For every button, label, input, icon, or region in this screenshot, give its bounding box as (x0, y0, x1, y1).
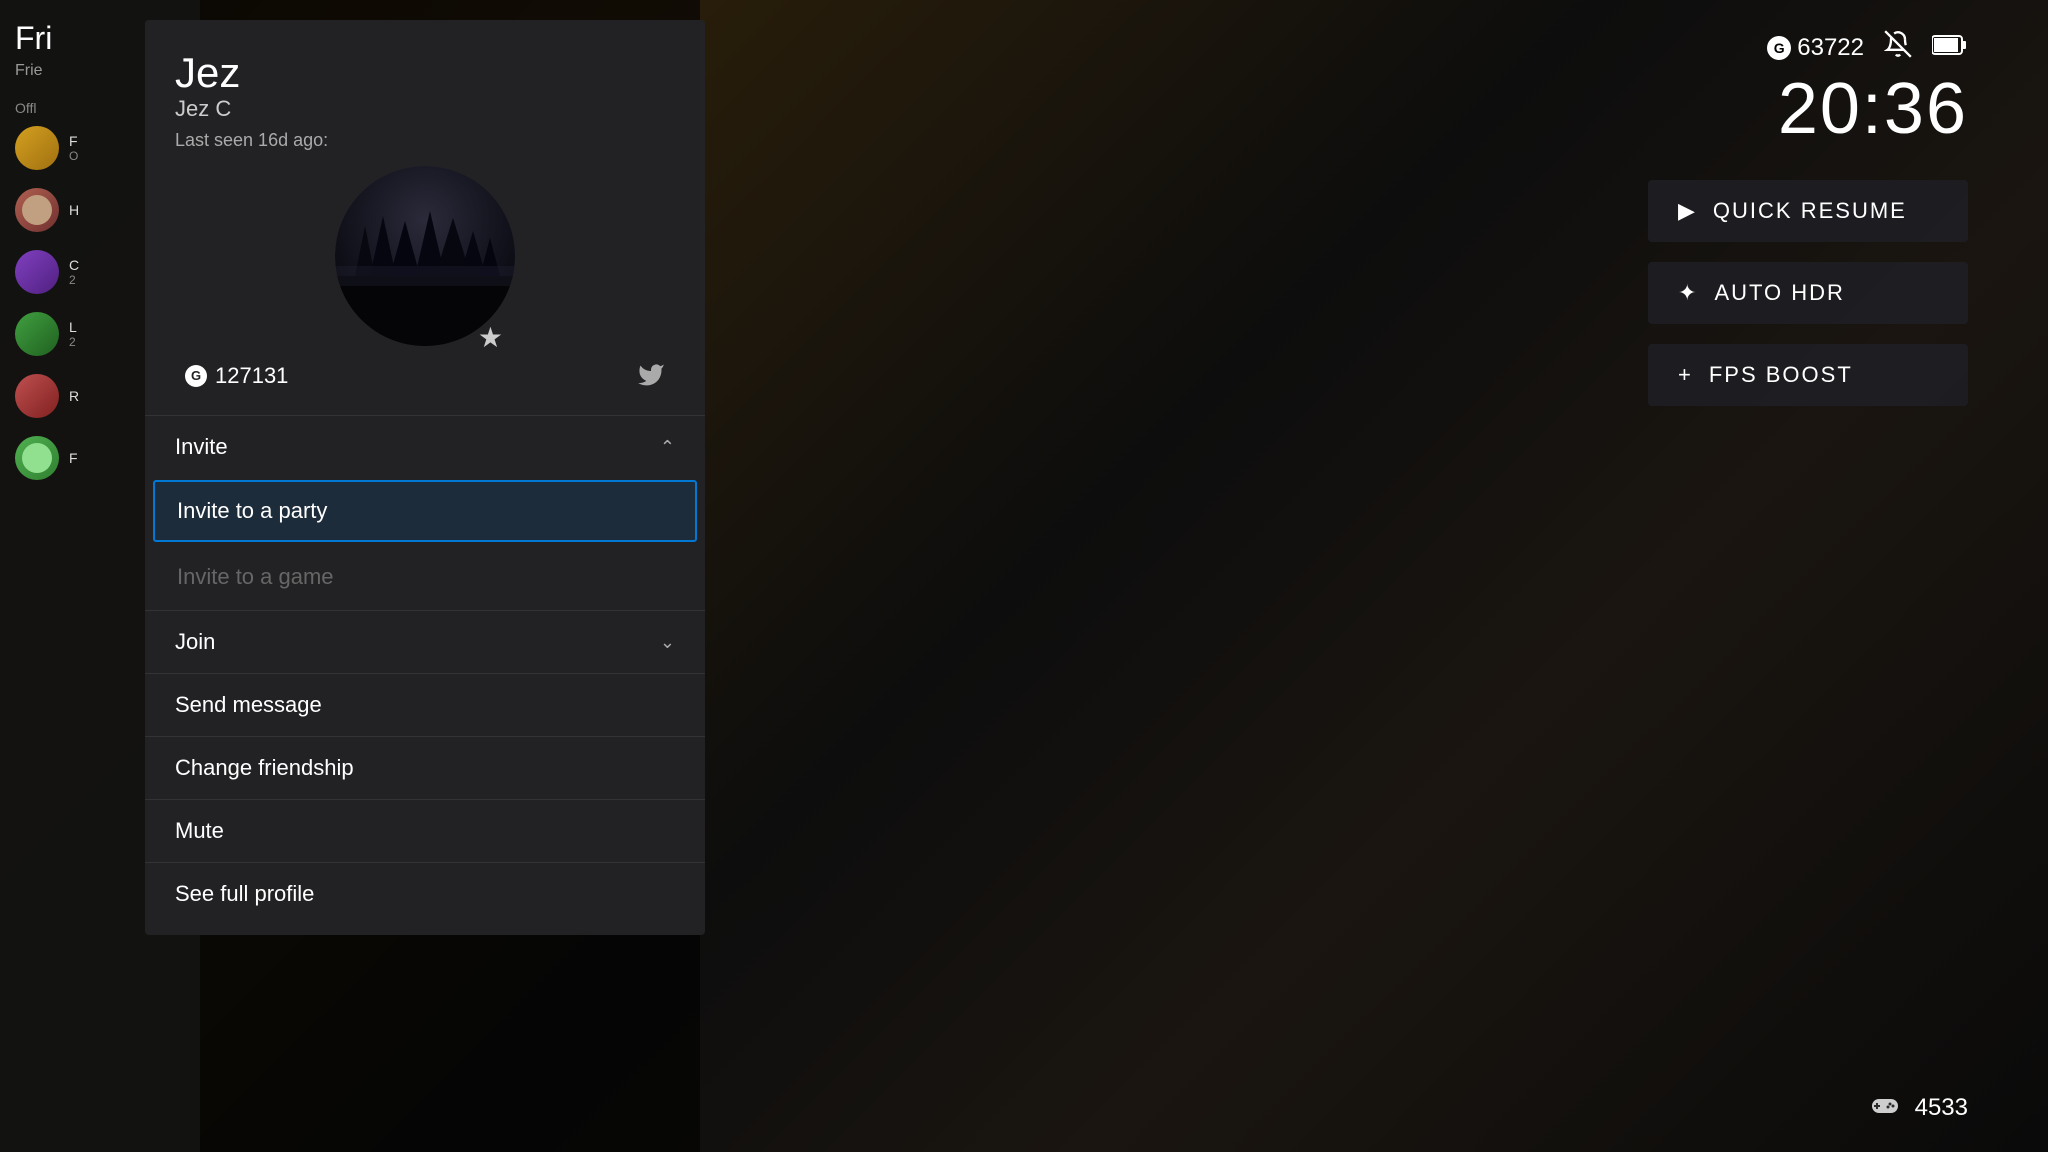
chevron-down-icon: ⌄ (660, 632, 675, 653)
gamerscore-icon: G (185, 365, 207, 387)
profile-last-seen: Last seen 16d ago: (175, 130, 675, 151)
hud-clock: 20:36 (1767, 73, 1968, 145)
play-icon: ▶ (1678, 198, 1697, 224)
change-friendship-item[interactable]: Change friendship (145, 736, 705, 799)
invite-to-party-item[interactable]: Invite to a party (153, 480, 697, 542)
avatar (335, 166, 515, 346)
controller-icon (1870, 1094, 1900, 1122)
join-header[interactable]: Join ⌄ (145, 610, 705, 673)
profile-name: Jez (175, 50, 675, 96)
profile-header: Jez Jez C Last seen 16d ago: (145, 20, 705, 415)
menu-section: Invite ⌃ Invite to a party Invite to a g… (145, 415, 705, 935)
hud-gamerscore: G 63722 (1767, 34, 1864, 62)
profile-gamertag: Jez C (175, 96, 675, 122)
battery-icon (1932, 34, 1968, 62)
controller-number: 4533 (1915, 1094, 1968, 1122)
mute-item[interactable]: Mute (145, 799, 705, 862)
avatar (15, 188, 59, 232)
invite-header[interactable]: Invite ⌃ (145, 415, 705, 478)
twitter-icon[interactable] (637, 361, 665, 395)
avatar-star: ★ (478, 321, 503, 354)
mute-icon (1884, 30, 1912, 65)
send-message-item[interactable]: Send message (145, 673, 705, 736)
avatar (15, 250, 59, 294)
quick-resume-button[interactable]: ▶ QUICK RESUME (1648, 180, 1968, 242)
chevron-up-icon: ⌃ (660, 437, 675, 458)
avatar (15, 374, 59, 418)
avatar (15, 126, 59, 170)
hud-bottom-right: 4533 (1870, 1094, 1968, 1122)
avatar (15, 312, 59, 356)
see-full-profile-item[interactable]: See full profile (145, 862, 705, 925)
right-panel: ▶ QUICK RESUME ✦ AUTO HDR + FPS BOOST (1648, 180, 1968, 406)
hud-top-right: G 63722 20:36 (1767, 30, 1968, 145)
fps-boost-button[interactable]: + FPS BOOST (1648, 344, 1968, 406)
profile-gamerscore: G 127131 (185, 363, 288, 389)
plus-icon: + (1678, 362, 1693, 388)
sun-icon: ✦ (1678, 280, 1698, 306)
hud-stats: G 63722 (1767, 30, 1968, 65)
hud-g-icon: G (1767, 36, 1791, 60)
invite-to-game-item: Invite to a game (145, 544, 705, 610)
profile-card: Jez Jez C Last seen 16d ago: (145, 20, 705, 935)
avatar-image (335, 166, 515, 346)
auto-hdr-button[interactable]: ✦ AUTO HDR (1648, 262, 1968, 324)
avatar-container: ★ (335, 166, 515, 346)
avatar (15, 436, 59, 480)
